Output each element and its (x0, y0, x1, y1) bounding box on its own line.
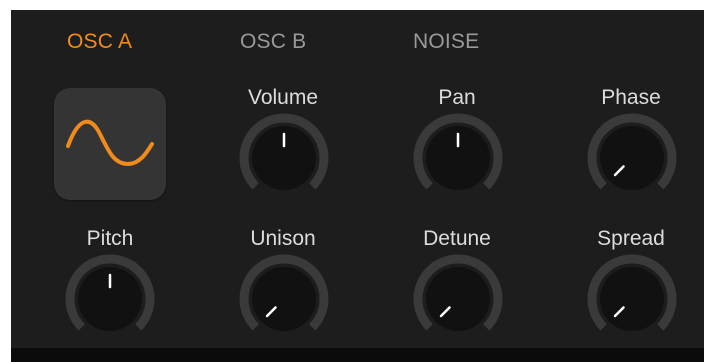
tab-noise[interactable]: NOISE (413, 30, 479, 54)
unison-label: Unison (250, 227, 316, 250)
pitch-label: Pitch (86, 227, 134, 250)
knob-body (252, 267, 316, 331)
pan-knob[interactable] (408, 108, 508, 208)
volume-knob[interactable] (234, 108, 334, 208)
detune-label: Detune (423, 227, 491, 250)
unison-knob[interactable] (234, 249, 334, 349)
pan-label: Pan (438, 86, 476, 109)
knob-body (426, 267, 490, 331)
tab-osc-a[interactable]: OSC A (67, 30, 132, 54)
bottom-strip (11, 348, 704, 362)
phase-label: Phase (601, 86, 661, 109)
detune-knob[interactable] (408, 249, 508, 349)
tab-osc-b[interactable]: OSC B (240, 30, 306, 54)
pitch-knob[interactable] (60, 249, 160, 349)
spread-label: Spread (597, 227, 665, 250)
phase-knob[interactable] (582, 108, 682, 208)
waveform-button[interactable] (54, 88, 166, 200)
knob-body (600, 267, 664, 331)
knob-body (600, 126, 664, 190)
spread-knob[interactable] (582, 249, 682, 349)
sine-wave-icon (66, 119, 154, 167)
volume-label: Volume (247, 86, 319, 109)
